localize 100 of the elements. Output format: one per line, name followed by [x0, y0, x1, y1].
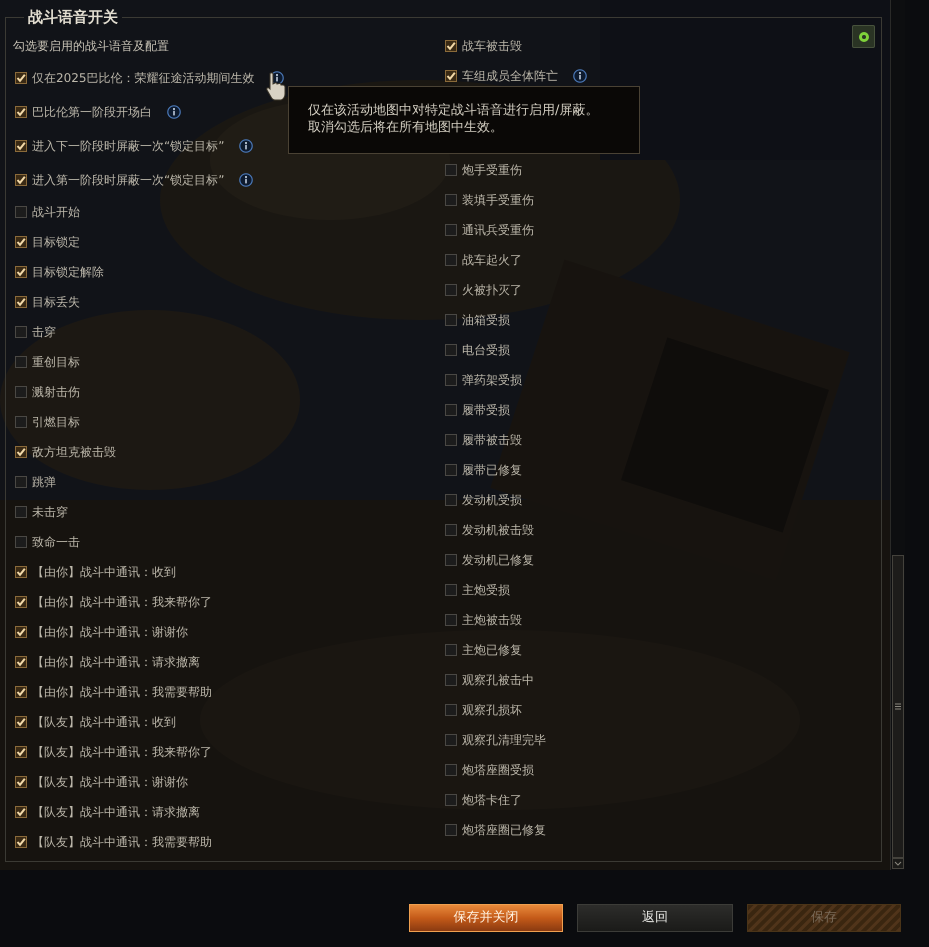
checkbox[interactable]	[445, 614, 457, 626]
option-label: 【由你】战斗中通讯：收到	[32, 564, 176, 581]
option-label: 战斗开始	[32, 204, 80, 221]
info-icon[interactable]	[573, 69, 587, 83]
checkbox[interactable]	[445, 824, 457, 836]
tooltip-text: 仅在该活动地图中对特定战斗语音进行启用/屏蔽。	[308, 102, 600, 119]
option-label: 重创目标	[32, 354, 80, 371]
checkbox[interactable]	[445, 164, 457, 176]
checkbox[interactable]	[445, 674, 457, 686]
grip-icon	[895, 703, 901, 710]
option-label: 火被扑灭了	[462, 282, 522, 299]
circle-icon	[858, 30, 870, 42]
checkbox[interactable]	[445, 704, 457, 716]
option-label: 【队友】战斗中通讯：谢谢你	[32, 774, 188, 791]
checkbox[interactable]	[15, 656, 27, 668]
option-label: 主炮已修复	[462, 642, 522, 659]
checkbox[interactable]	[445, 374, 457, 386]
checkbox[interactable]	[445, 254, 457, 266]
option-label: 击穿	[32, 324, 56, 341]
checkbox[interactable]	[445, 314, 457, 326]
checkbox[interactable]	[445, 434, 457, 446]
option-label: 通讯兵受重伤	[462, 222, 534, 239]
back-button[interactable]: 返回	[577, 904, 733, 932]
checkbox[interactable]	[445, 194, 457, 206]
checkbox[interactable]	[445, 644, 457, 656]
option-label: 敌方坦克被击毁	[32, 444, 116, 461]
save-button[interactable]: 保存并关闭	[409, 904, 563, 932]
option-label: 战车被击毁	[462, 38, 522, 55]
checkbox[interactable]	[15, 686, 27, 698]
option-label: 弹药架受损	[462, 372, 522, 389]
checkbox[interactable]	[15, 72, 27, 84]
checkbox[interactable]	[15, 476, 27, 488]
info-icon[interactable]	[239, 173, 254, 187]
checkbox[interactable]	[15, 296, 27, 308]
checkbox[interactable]	[445, 224, 457, 236]
checkbox[interactable]	[15, 536, 27, 548]
checkbox[interactable]	[15, 174, 27, 186]
scroll-down-icon[interactable]	[892, 858, 904, 869]
checkbox[interactable]	[15, 716, 27, 728]
checkbox[interactable]	[445, 284, 457, 296]
option-label: 发动机受损	[462, 492, 522, 509]
option-label: 【由你】战斗中通讯：请求撤离	[32, 654, 200, 671]
option-label: 巴比伦第一阶段开场白	[32, 104, 152, 121]
checkbox[interactable]	[445, 584, 457, 596]
checkbox[interactable]	[15, 806, 27, 818]
scrollbar[interactable]	[890, 0, 905, 870]
checkbox[interactable]	[15, 506, 27, 518]
option-label: 致命一击	[32, 534, 80, 551]
section-caption: 勾选要启用的战斗语音及配置	[13, 38, 169, 55]
checkbox[interactable]	[15, 386, 27, 398]
checkbox[interactable]	[445, 344, 457, 356]
checkbox[interactable]	[15, 266, 27, 278]
option-label: 主炮被击毁	[462, 612, 522, 629]
option-label: 炮塔卡住了	[462, 792, 522, 809]
option-label: 车组成员全体阵亡	[462, 68, 558, 85]
checkbox[interactable]	[445, 40, 457, 52]
option-label: 【队友】战斗中通讯：请求撤离	[32, 804, 200, 821]
option-label: 履带被击毁	[462, 432, 522, 449]
checkbox[interactable]	[15, 446, 27, 458]
option-label: 进入第一阶段时屏蔽一次“锁定目标”	[32, 172, 224, 189]
option-label: 引燃目标	[32, 414, 80, 431]
option-label: 战车起火了	[462, 252, 522, 269]
checkbox[interactable]	[445, 794, 457, 806]
option-label: 发动机已修复	[462, 552, 534, 569]
checkbox[interactable]	[15, 326, 27, 338]
option-label: 目标锁定	[32, 234, 80, 251]
checkbox[interactable]	[445, 524, 457, 536]
option-label: 【由你】战斗中通讯：谢谢你	[32, 624, 188, 641]
checkbox[interactable]	[15, 626, 27, 638]
option-label: 电台受损	[462, 342, 510, 359]
checkbox[interactable]	[445, 764, 457, 776]
checkbox[interactable]	[15, 746, 27, 758]
checkbox[interactable]	[15, 836, 27, 848]
option-label: 炮塔座圈已修复	[462, 822, 546, 839]
checkbox[interactable]	[445, 554, 457, 566]
option-label: 【队友】战斗中通讯：我需要帮助	[32, 834, 212, 851]
info-icon[interactable]	[239, 139, 254, 153]
checkbox[interactable]	[15, 140, 27, 152]
checkbox[interactable]	[15, 236, 27, 248]
option-label: 【由你】战斗中通讯：我来帮你了	[32, 594, 212, 611]
checkbox[interactable]	[445, 70, 457, 82]
checkbox[interactable]	[445, 494, 457, 506]
checkbox[interactable]	[15, 416, 27, 428]
option-label: 炮手受重伤	[462, 162, 522, 179]
checkbox[interactable]	[15, 566, 27, 578]
option-label: 目标锁定解除	[32, 264, 104, 281]
hand-cursor-icon	[265, 72, 287, 102]
checkbox[interactable]	[15, 356, 27, 368]
option-label: 主炮受损	[462, 582, 510, 599]
checkbox[interactable]	[445, 404, 457, 416]
checkbox[interactable]	[15, 596, 27, 608]
toggle-button[interactable]	[852, 25, 875, 48]
checkbox[interactable]	[15, 776, 27, 788]
checkbox[interactable]	[445, 734, 457, 746]
scroll-thumb[interactable]	[892, 555, 904, 858]
checkbox[interactable]	[445, 464, 457, 476]
checkbox[interactable]	[15, 206, 27, 218]
option-label: 观察孔损坏	[462, 702, 522, 719]
info-icon[interactable]	[167, 105, 181, 119]
checkbox[interactable]	[15, 106, 27, 118]
